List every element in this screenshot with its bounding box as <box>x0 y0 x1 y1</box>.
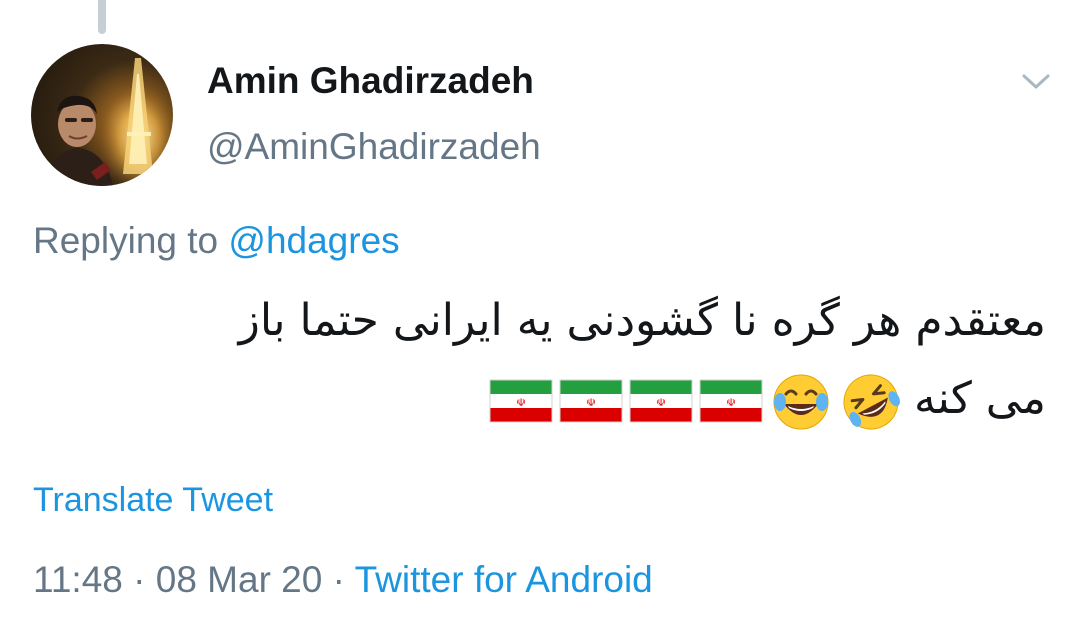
face-with-tears-of-joy-emoji <box>773 374 829 430</box>
svg-text:☫: ☫ <box>726 396 736 409</box>
tweet-metadata: 11:48 · 08 Mar 20 · Twitter for Android <box>33 559 653 601</box>
tweet-text-line-1: معتقدم هر گره نا گشودنی یه ایرانی حتما ب… <box>238 295 1046 346</box>
tweet-text-line-2-wrapper: می کنه ☫ ☫ ☫ ☫ <box>36 360 1046 438</box>
iran-flag-emoji: ☫ <box>699 379 763 423</box>
tweet-date: 08 Mar 20 <box>155 559 323 600</box>
tweet-time: 11:48 <box>33 559 123 600</box>
svg-text:☫: ☫ <box>516 396 526 409</box>
thread-connector-line <box>98 0 106 34</box>
tweet-text-line-2: می کنه <box>913 373 1046 424</box>
svg-text:☫: ☫ <box>586 396 596 409</box>
avatar[interactable] <box>31 44 173 186</box>
display-name[interactable]: Amin Ghadirzadeh <box>207 60 534 102</box>
user-handle[interactable]: @AminGhadirzadeh <box>207 126 541 168</box>
tweet-body: معتقدم هر گره نا گشودنی یه ایرانی حتما ب… <box>36 282 1046 438</box>
tweet-source-link[interactable]: Twitter for Android <box>355 559 653 600</box>
replying-to-label: Replying to <box>33 220 219 261</box>
tweet-detail: Amin Ghadirzadeh @AminGhadirzadeh Replyi… <box>0 0 1080 635</box>
translate-tweet-link[interactable]: Translate Tweet <box>33 481 273 520</box>
avatar-photo <box>45 58 173 186</box>
svg-text:☫: ☫ <box>656 396 666 409</box>
reply-mention-link[interactable]: @hdagres <box>228 220 399 261</box>
meta-separator: · <box>332 559 345 600</box>
iran-flag-emoji: ☫ <box>489 379 553 423</box>
iran-flag-emoji: ☫ <box>629 379 693 423</box>
meta-separator: · <box>133 559 146 600</box>
emoji-sequence: ☫ ☫ ☫ ☫ <box>488 370 904 432</box>
chevron-down-icon <box>1022 74 1050 89</box>
tweet-menu-button[interactable] <box>1016 66 1056 96</box>
iran-flag-emoji: ☫ <box>559 379 623 423</box>
rolling-on-floor-laughing-emoji <box>843 374 900 430</box>
replying-to-line: Replying to @hdagres <box>33 220 400 262</box>
